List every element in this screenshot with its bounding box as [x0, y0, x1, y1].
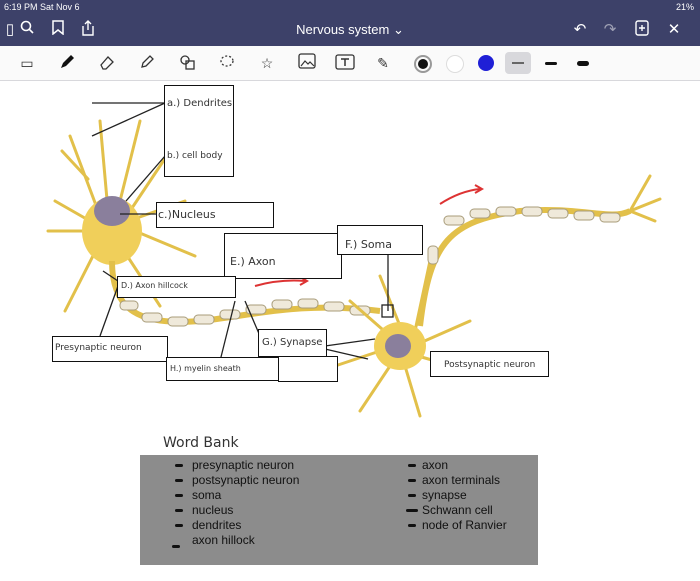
word-bank-title: Word Bank: [163, 435, 239, 451]
bullet-dash: [406, 509, 418, 512]
label-presynaptic: Presynaptic neuron: [55, 343, 142, 353]
word-bank-left-item: postsynaptic neuron: [192, 473, 300, 487]
stickers-tool-icon[interactable]: ☆: [256, 53, 278, 73]
lasso-tool-icon[interactable]: [216, 53, 238, 73]
word-bank-left-item: dendrites: [192, 518, 242, 532]
shapes-tool-icon[interactable]: [176, 53, 198, 73]
bullet-dash: [408, 524, 416, 527]
word-bank: presynaptic neuron postsynaptic neuron s…: [140, 455, 538, 565]
label-axon-hillock: D.) Axon hillcock: [121, 281, 188, 290]
word-bank-left-item: nucleus: [192, 503, 234, 517]
note-canvas[interactable]: a.) Dendrites b.) cell body c.)Nucleus E…: [0, 81, 700, 581]
label-myelin: H.) myelin sheath: [170, 364, 241, 373]
text-tool-icon[interactable]: [334, 53, 356, 73]
label-synapse: G.) Synapse: [262, 337, 323, 348]
word-bank-right-item: node of Ranvier: [422, 518, 507, 532]
add-page-icon[interactable]: [632, 20, 652, 40]
stroke-medium-button[interactable]: [545, 62, 557, 65]
image-tool-icon[interactable]: [296, 53, 318, 73]
color-swatch-black[interactable]: [414, 55, 432, 73]
document-title[interactable]: Nervous system ⌄: [0, 22, 700, 38]
bullet-dash: [175, 464, 183, 467]
redo-icon[interactable]: ↷: [600, 20, 620, 40]
label-cell-body: b.) cell body: [167, 151, 223, 161]
stroke-thick-button[interactable]: [577, 61, 589, 66]
pen-tool-icon[interactable]: [56, 53, 78, 73]
word-bank-left-item: axon hillock: [192, 533, 255, 547]
status-time: 6:19 PM Sat Nov 6: [4, 2, 80, 12]
undo-icon[interactable]: ↶: [570, 20, 590, 40]
word-bank-right-item: axon terminals: [422, 473, 501, 487]
page-view-icon[interactable]: ▭: [16, 53, 38, 73]
color-swatch-blue[interactable]: [478, 55, 494, 71]
color-swatch-white[interactable]: [446, 55, 464, 73]
document-navbar: ▯ Nervous system ⌄ ↶ ↷ ✕: [0, 14, 700, 46]
label-axon: E.) Axon: [230, 255, 276, 268]
bullet-dash: [408, 494, 416, 497]
presynaptic-nucleus: [94, 196, 130, 226]
bullet-dash: [175, 509, 183, 512]
laser-pointer-icon[interactable]: ✎: [372, 53, 394, 73]
bullet-dash: [175, 479, 183, 482]
bullet-dash: [172, 545, 180, 548]
bullet-dash: [175, 524, 183, 527]
eraser-tool-icon[interactable]: [96, 53, 118, 73]
label-postsynaptic: Postsynaptic neuron: [444, 360, 536, 370]
postsynaptic-nucleus: [385, 334, 411, 358]
blank-answer-box: [278, 356, 338, 382]
word-bank-left-item: presynaptic neuron: [192, 458, 295, 472]
bullet-dash: [408, 479, 416, 482]
word-bank-right-item: synapse: [422, 488, 467, 502]
drawing-toolbar: ▭ ☆ ✎: [0, 46, 700, 81]
stroke-thin-button[interactable]: [505, 52, 531, 74]
word-bank-right-item: Schwann cell: [422, 503, 493, 517]
close-icon[interactable]: ✕: [664, 20, 684, 40]
highlighter-tool-icon[interactable]: [136, 53, 158, 73]
word-bank-left-item: soma: [192, 488, 222, 502]
bullet-dash: [408, 464, 416, 467]
label-soma: F.) Soma: [345, 238, 393, 251]
label-nucleus: c.)Nucleus: [158, 208, 216, 221]
status-bar: 6:19 PM Sat Nov 6 21%: [0, 0, 700, 14]
bullet-dash: [175, 494, 183, 497]
label-dendrites: a.) Dendrites: [167, 98, 233, 109]
word-bank-right-item: axon: [422, 458, 449, 472]
battery-indicator: 21%: [675, 2, 694, 12]
